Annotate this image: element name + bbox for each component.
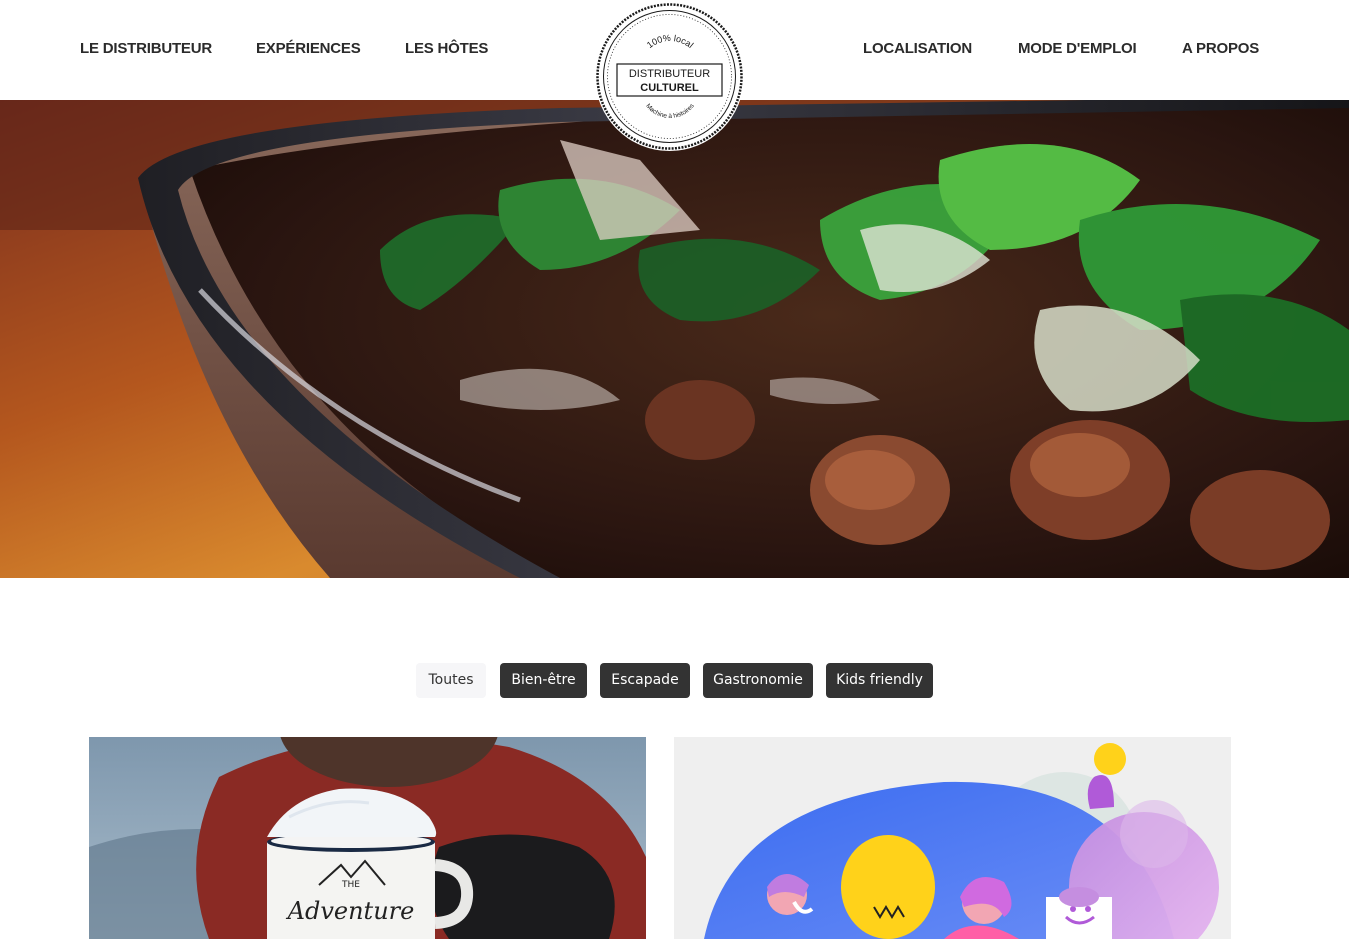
experience-card-ideas-illustration[interactable]: [674, 737, 1231, 939]
filter-toutes[interactable]: Toutes: [416, 663, 486, 698]
nav-mode-d-emploi[interactable]: MODE D'EMPLOI: [1018, 40, 1137, 57]
nav-localisation[interactable]: LOCALISATION: [863, 40, 972, 57]
filter-escapade[interactable]: Escapade: [600, 663, 690, 698]
site-logo[interactable]: 100% local DISTRIBUTEUR CULTUREL Machine…: [595, 2, 744, 151]
hero-image-soup-bowl: [0, 100, 1349, 578]
experience-card-adventure[interactable]: THE Adventure: [89, 737, 646, 939]
filter-kids-friendly[interactable]: Kids friendly: [826, 663, 933, 698]
category-filters: Toutes Bien-être Escapade Gastronomie Ki…: [0, 663, 1349, 698]
mug-text-small: THE: [341, 880, 360, 890]
nav-a-propos[interactable]: A PROPOS: [1182, 40, 1259, 57]
mug-text: Adventure: [286, 897, 415, 925]
logo-line1: DISTRIBUTEUR: [629, 68, 710, 80]
nav-les-hotes[interactable]: LES HÔTES: [405, 40, 488, 57]
filter-gastronomie[interactable]: Gastronomie: [703, 663, 813, 698]
logo-line2: CULTUREL: [640, 82, 699, 94]
nav-experiences[interactable]: EXPÉRIENCES: [256, 40, 361, 57]
filter-bien-etre[interactable]: Bien-être: [500, 663, 587, 698]
nav-le-distributeur[interactable]: LE DISTRIBUTEUR: [80, 40, 212, 57]
